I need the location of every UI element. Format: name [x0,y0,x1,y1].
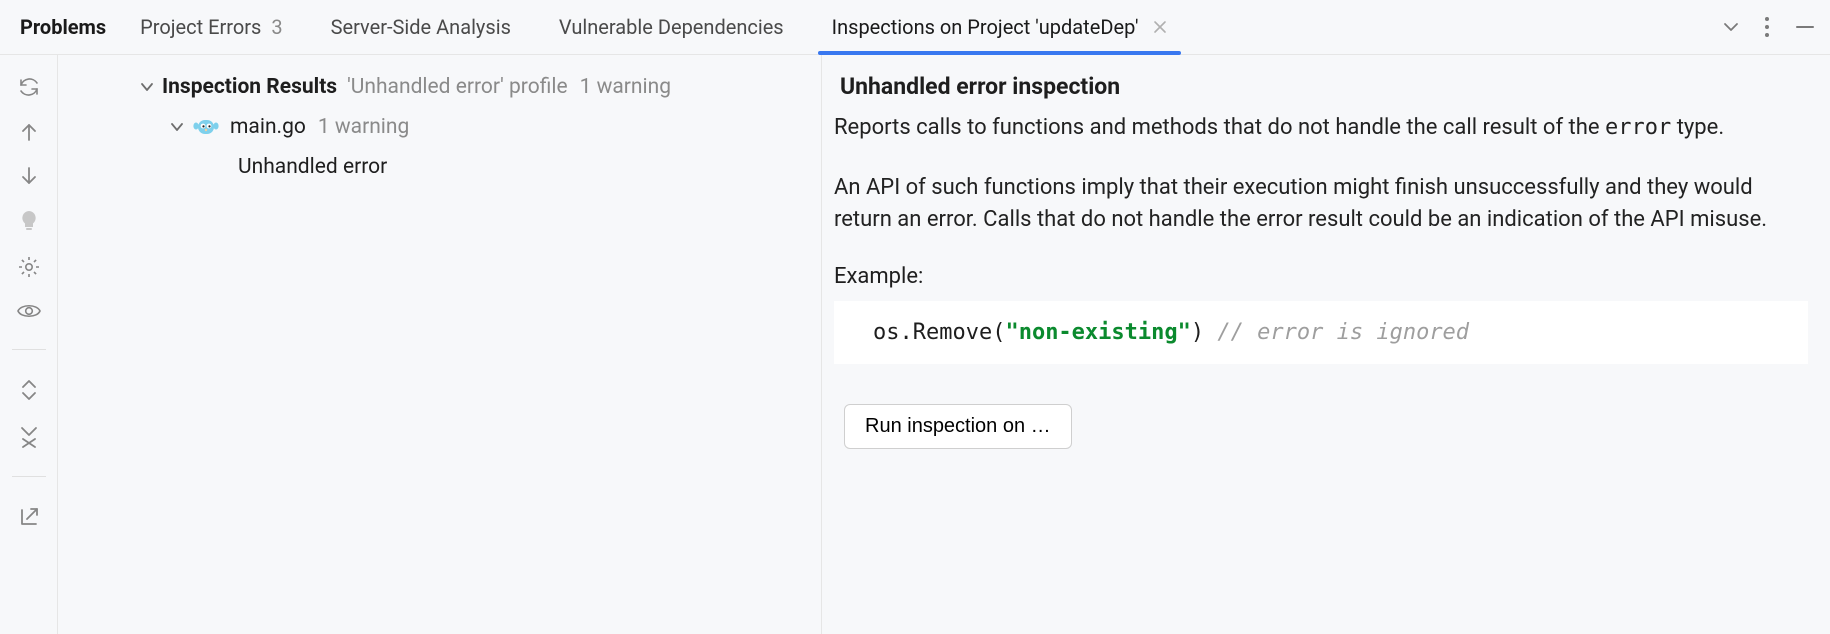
export-icon[interactable] [17,505,41,529]
example-label: Example: [834,264,1814,289]
close-icon[interactable] [1153,20,1167,34]
gear-icon[interactable] [17,255,41,279]
bulb-icon[interactable] [18,209,40,233]
text: Reports calls to functions and methods t… [834,115,1605,140]
arrow-up-icon[interactable] [18,121,40,143]
separator [12,349,46,350]
inspection-title: Unhandled error inspection [840,73,1814,100]
tree-file-count: 1 warning [318,115,409,139]
minimize-icon[interactable] [1794,16,1816,38]
tab-label: Vulnerable Dependencies [559,15,784,39]
tree-issue[interactable]: Unhandled error [58,147,821,187]
expand-collapse-icon[interactable] [19,378,39,402]
tabbar-actions [1722,16,1830,38]
tab-server-side-analysis[interactable]: Server-Side Analysis [307,0,535,54]
tree-root-profile: 'Unhandled error' profile [347,75,567,99]
tab-vulnerable-dependencies[interactable]: Vulnerable Dependencies [535,0,808,54]
tab-problems[interactable]: Problems [16,0,116,54]
refresh-icon[interactable] [17,75,41,99]
tree-root-count: 1 warning [580,75,671,99]
tab-label: Inspections on Project 'updateDep' [832,15,1139,39]
chevron-down-icon[interactable] [166,120,188,134]
tree-pane: Inspection Results 'Unhandled error' pro… [58,55,822,634]
tree-root[interactable]: Inspection Results 'Unhandled error' pro… [58,67,821,107]
separator [12,476,46,477]
code-text: os.Remove( [873,320,1005,345]
arrow-down-icon[interactable] [18,165,40,187]
tab-project-errors[interactable]: Project Errors 3 [116,0,306,54]
code-comment: // error is ignored [1217,320,1469,345]
collapse-down-close-icon[interactable] [18,424,40,448]
tree-issue-label: Unhandled error [238,155,387,179]
inspection-description-2: An API of such functions imply that thei… [834,172,1808,236]
chevron-down-icon[interactable] [1722,18,1740,36]
tree-root-title: Inspection Results [162,75,337,99]
tab-inspections[interactable]: Inspections on Project 'updateDep' [808,0,1191,54]
tab-count: 3 [271,15,282,39]
code-text: ) [1191,320,1218,345]
kebab-icon[interactable] [1764,16,1770,38]
code-string: "non-existing" [1005,320,1190,345]
tabbar: Problems Project Errors 3 Server-Side An… [0,0,1830,55]
run-inspection-button[interactable]: Run inspection on … [844,404,1072,449]
chevron-down-icon[interactable] [136,80,158,94]
detail-pane: Unhandled error inspection Reports calls… [822,55,1830,634]
code-example: os.Remove("non-existing") // error is ig… [834,301,1808,364]
eye-icon[interactable] [16,301,42,321]
tab-label: Project Errors [140,15,261,39]
code-inline: error [1605,115,1671,140]
text: type. [1671,115,1724,140]
tab-label: Problems [20,15,106,39]
tree-file-name: main.go [230,115,306,139]
inspection-description-1: Reports calls to functions and methods t… [834,112,1808,144]
gutter-toolbar [0,55,58,634]
go-icon [192,113,220,141]
tab-label: Server-Side Analysis [331,15,511,39]
tree-file[interactable]: main.go 1 warning [58,107,821,147]
